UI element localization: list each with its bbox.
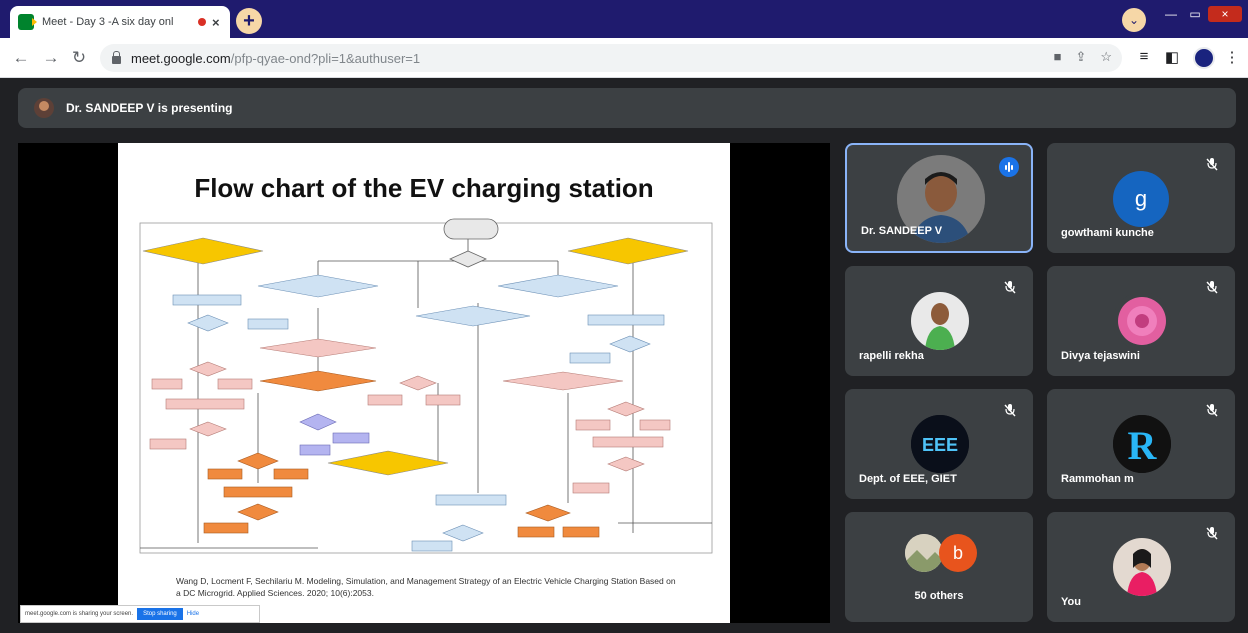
url-path: /pfp-qyae-ond?pli=1&authuser=1 — [230, 50, 421, 66]
mic-off-icon — [1004, 404, 1016, 417]
landscape-avatar-icon — [905, 534, 943, 572]
presentation-slide: Flow chart of the EV charging station Wa… — [118, 143, 730, 623]
share-bar-text: meet.google.com is sharing your screen. — [25, 611, 134, 617]
letter-logo-text: R — [1128, 423, 1158, 468]
window-maximize-button[interactable]: ▭ — [1184, 6, 1206, 22]
address-bar[interactable]: meet.google.com /pfp-qyae-ond?pli=1&auth… — [100, 44, 1122, 72]
self-tile[interactable]: You — [1047, 512, 1235, 622]
slide-citation: Wang D, Locment F, Sechilariu M. Modelin… — [176, 576, 676, 598]
participant-name: gowthami kunche — [1061, 227, 1154, 239]
participant-photo — [911, 292, 969, 350]
browser-tab-meet[interactable]: Meet - Day 3 -A six day onl × — [10, 6, 230, 38]
person-avatar-icon — [911, 292, 969, 350]
mic-off-icon — [1004, 281, 1016, 294]
window-minimize-button[interactable]: — — [1160, 6, 1182, 22]
speaking-indicator-icon — [999, 157, 1019, 177]
others-tile[interactable]: b 50 others — [845, 512, 1033, 622]
participant-initial-avatar: b — [939, 534, 977, 572]
camera-indicator-icon[interactable]: ■ — [1054, 49, 1062, 65]
participant-tile[interactable]: g gowthami kunche — [1047, 143, 1235, 253]
participant-tile[interactable]: Divya tejaswini — [1047, 266, 1235, 376]
tab-close-button[interactable]: × — [212, 15, 220, 30]
participant-name: Dept. of EEE, GIET — [859, 473, 957, 485]
participant-photo — [905, 534, 943, 572]
presenting-banner: Dr. SANDEEP V is presenting — [18, 88, 1236, 128]
screen-share-bar: meet.google.com is sharing your screen. … — [20, 605, 260, 623]
tab-title: Meet - Day 3 -A six day onl — [42, 16, 174, 28]
person-avatar-icon — [1113, 538, 1171, 596]
share-icon[interactable]: ⇪ — [1075, 49, 1086, 65]
browser-tabstrip: Meet - Day 3 -A six day onl × + ⌄ — ▭ × — [0, 0, 1248, 38]
participant-tile[interactable]: EEE Dept. of EEE, GIET — [845, 389, 1033, 499]
participant-name: You — [1061, 596, 1081, 608]
participant-tile[interactable]: R Rammohan m — [1047, 389, 1235, 499]
reload-icon[interactable]: ↻ — [68, 47, 90, 69]
back-arrow-icon[interactable]: ← — [10, 47, 32, 69]
profile-avatar[interactable] — [1193, 47, 1215, 69]
window-close-button[interactable]: × — [1208, 6, 1242, 22]
participant-tile[interactable]: Dr. SANDEEP V — [845, 143, 1033, 253]
forward-arrow-icon[interactable]: → — [40, 47, 62, 69]
mic-off-icon — [1206, 158, 1218, 171]
rose-avatar-icon — [1113, 292, 1171, 350]
participant-name: Divya tejaswini — [1061, 350, 1140, 362]
new-tab-button[interactable]: + — [236, 8, 262, 34]
bookmark-star-icon[interactable]: ☆ — [1100, 49, 1112, 65]
tab-search-button[interactable]: ⌄ — [1122, 8, 1146, 32]
lock-icon — [112, 51, 121, 64]
participant-initial-avatar: g — [1113, 171, 1169, 227]
flowchart-figure — [139, 218, 713, 554]
browser-menu-icon[interactable]: ⋮ — [1222, 48, 1242, 66]
browser-toolbar: ← → ↻ meet.google.com /pfp-qyae-ond?pli=… — [0, 38, 1248, 78]
presenting-text: Dr. SANDEEP V is presenting — [66, 101, 233, 115]
recording-dot-icon — [198, 18, 206, 26]
department-logo-icon: EEE — [911, 415, 969, 473]
mic-off-icon — [1206, 404, 1218, 417]
participant-photo: R — [1113, 415, 1171, 473]
meet-favicon-icon — [18, 14, 37, 30]
presenter-avatar — [34, 98, 54, 118]
reading-list-icon[interactable]: ≡ — [1134, 48, 1154, 65]
side-panel-icon[interactable]: ◧ — [1162, 48, 1182, 66]
participant-name: rapelli rekha — [859, 350, 924, 362]
participant-name: Rammohan m — [1061, 473, 1134, 485]
participant-photo — [1113, 292, 1171, 350]
hide-share-bar-button[interactable]: Hide — [187, 611, 199, 617]
participant-photo: EEE — [911, 415, 969, 473]
mic-off-icon — [1206, 527, 1218, 540]
participant-tile[interactable]: rapelli rekha — [845, 266, 1033, 376]
stop-sharing-button[interactable]: Stop sharing — [137, 608, 183, 620]
others-count: 50 others — [914, 590, 964, 602]
department-logo-text: EEE — [922, 435, 958, 455]
mic-off-icon — [1206, 281, 1218, 294]
participant-name: Dr. SANDEEP V — [861, 225, 943, 237]
url-host: meet.google.com — [131, 50, 231, 66]
participant-photo — [1113, 538, 1171, 596]
letter-logo-icon: R — [1113, 415, 1171, 473]
